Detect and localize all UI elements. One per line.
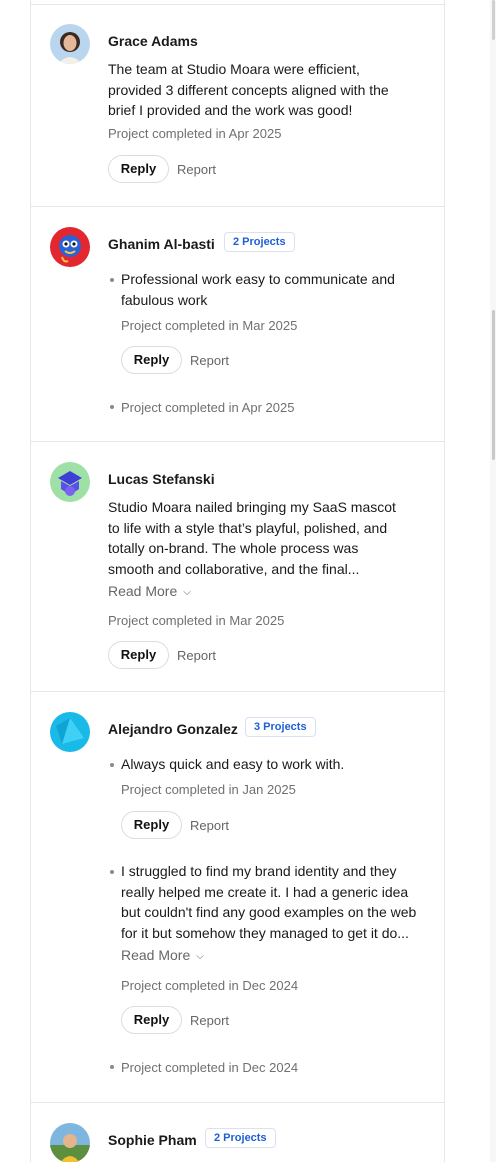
avatar[interactable] bbox=[50, 227, 90, 267]
read-more-link[interactable]: Read More ⌵ bbox=[121, 947, 204, 963]
project-completed-date: Project completed in Mar 2025 bbox=[121, 318, 298, 333]
reply-button[interactable]: Reply bbox=[121, 811, 182, 839]
review-text: I struggled to find my brand identity an… bbox=[121, 863, 417, 941]
reviewer-name[interactable]: Ghanim Al-basti bbox=[108, 236, 215, 252]
reply-button[interactable]: Reply bbox=[108, 155, 169, 183]
review-text: Studio Moara nailed bringing my SaaS mas… bbox=[108, 499, 396, 577]
review-text: Always quick and easy to work with. bbox=[121, 756, 345, 772]
read-more-link[interactable]: Read More ⌵ bbox=[108, 583, 191, 599]
avatar[interactable] bbox=[50, 462, 90, 502]
bullet bbox=[110, 870, 114, 874]
review-item: Alejandro Gonzalez 3 Projects Always qui… bbox=[30, 692, 445, 1103]
read-more-label: Read More bbox=[108, 583, 178, 599]
scrollbar-thumb[interactable] bbox=[492, 310, 495, 460]
bullet bbox=[110, 405, 114, 409]
projects-count-badge[interactable]: 3 Projects bbox=[245, 717, 316, 737]
reply-button[interactable]: Reply bbox=[121, 346, 182, 374]
reply-button[interactable]: Reply bbox=[121, 1006, 182, 1034]
avatar[interactable] bbox=[50, 1123, 90, 1162]
bullet bbox=[110, 278, 114, 282]
reply-button[interactable]: Reply bbox=[108, 641, 169, 669]
report-link[interactable]: Report bbox=[177, 162, 216, 177]
reviewer-name[interactable]: Grace Adams bbox=[108, 33, 198, 49]
reviewer-name[interactable]: Sophie Pham bbox=[108, 1132, 197, 1148]
report-link[interactable]: Report bbox=[190, 353, 229, 368]
review-item: Lucas Stefanski Studio Moara nailed brin… bbox=[30, 442, 445, 692]
reviewer-name[interactable]: Lucas Stefanski bbox=[108, 471, 215, 487]
avatar[interactable] bbox=[50, 24, 90, 64]
projects-count-badge[interactable]: 2 Projects bbox=[205, 1128, 276, 1148]
scrollbar-thumb[interactable] bbox=[492, 0, 495, 40]
report-link[interactable]: Report bbox=[177, 648, 216, 663]
scrollbar[interactable] bbox=[490, 0, 496, 1162]
project-completed-date: Project completed in Apr 2025 bbox=[108, 126, 282, 141]
avatar[interactable] bbox=[50, 712, 90, 752]
read-more-label: Read More bbox=[121, 947, 191, 963]
project-completed-date: Project completed in Mar 2025 bbox=[108, 613, 285, 628]
review-item: Sophie Pham 2 Projects bbox=[30, 1103, 445, 1162]
reviewer-name[interactable]: Alejandro Gonzalez bbox=[108, 721, 238, 737]
project-completed-date: Project completed in Dec 2024 bbox=[121, 1060, 299, 1075]
review-item: Ghanim Al-basti 2 Projects Professional … bbox=[30, 207, 445, 442]
projects-count-badge[interactable]: 2 Projects bbox=[224, 232, 295, 252]
chevron-down-icon: ⌵ bbox=[196, 951, 204, 962]
review-item: Grace Adams The team at Studio Moara wer… bbox=[30, 5, 445, 207]
project-completed-date: Project completed in Apr 2025 bbox=[121, 400, 295, 415]
project-completed-date: Project completed in Jan 2025 bbox=[121, 782, 296, 797]
report-link[interactable]: Report bbox=[190, 818, 229, 833]
project-completed-date: Project completed in Dec 2024 bbox=[121, 978, 299, 993]
bullet bbox=[110, 763, 114, 767]
report-link[interactable]: Report bbox=[190, 1013, 229, 1028]
chevron-down-icon: ⌵ bbox=[183, 587, 191, 598]
bullet bbox=[110, 1065, 114, 1069]
review-text: Professional work easy to communicate an… bbox=[121, 271, 395, 308]
review-text: The team at Studio Moara were efficient,… bbox=[108, 61, 389, 118]
